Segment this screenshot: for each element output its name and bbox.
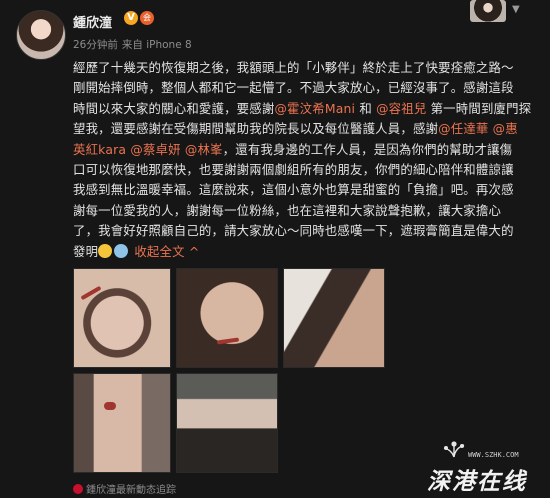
post-line: 謝每一位愛我的人，謝謝每一位粉絲，也在這裡和大家說聲抱歉，讓大家擔心	[73, 202, 502, 218]
photo-forehead-stitches[interactable]	[176, 268, 278, 368]
mention-link[interactable]: @任達華	[438, 121, 488, 136]
post-meta: 26分钟前 来自 iPhone 8	[73, 37, 192, 52]
mention-link[interactable]: @惠	[493, 121, 518, 136]
photo-face-bandaged[interactable]	[283, 268, 385, 368]
wound-mark	[104, 402, 116, 410]
corner-thumbnail[interactable]	[470, 0, 506, 22]
sad-emoji-icon	[114, 243, 129, 258]
post-body: 經歷了十幾天的恢復期之後，我額頭上的「小夥伴」終於走上了快要痊癒之路～ 剛開始摔…	[73, 58, 539, 262]
photo-selfie-with-others[interactable]	[176, 373, 278, 473]
post-text: 發明	[73, 243, 99, 259]
username[interactable]: 鍾欣潼	[73, 12, 112, 31]
wound-mark	[80, 285, 102, 301]
post-time[interactable]: 26分钟前	[73, 39, 118, 51]
mention-link[interactable]: 英紅kara	[73, 142, 126, 157]
weibo-post-card: 鍾欣潼 V 会 26分钟前 来自 iPhone 8 ▼ 經歷了十幾天的恢復期之後，…	[0, 0, 550, 498]
mention-link[interactable]: @霍汶希Mani	[274, 101, 355, 116]
star-icon	[73, 484, 83, 494]
post-line: 經歷了十幾天的恢復期之後，我額頭上的「小夥伴」終於走上了快要痊癒之路～	[73, 60, 514, 75]
vip-icon: 会	[140, 11, 154, 25]
verified-icon: V	[124, 11, 138, 25]
post-text: 和	[355, 100, 377, 116]
watermark-url: WWW.SZHK.COM	[468, 451, 519, 459]
post-line: 口可以恢復地那麼快，也要謝謝兩個劇組所有的朋友，你們的細心陪伴和體諒讓	[73, 161, 514, 177]
mention-link[interactable]: @容祖兒	[376, 101, 426, 116]
post-line: 了，我會好好照顧自己的，請大家放心～同時也感嘆一下，遮瑕膏簡直是偉大的	[73, 223, 514, 239]
watermark-flower-icon	[443, 441, 465, 458]
post-line: 英紅kara @蔡卓妍 @林峯，還有我身邊的工作人員，是因為你們的幫助才讓傷	[73, 140, 539, 160]
post-line: 時間以來大家的關心和愛護，要感謝@霍汶希Mani 和 @容祖兒 第一時間到廈門探	[73, 99, 539, 119]
post-line: 發明 收起全文 ^	[73, 242, 539, 262]
user-avatar[interactable]	[16, 10, 66, 60]
photo-face-bruised[interactable]	[73, 373, 171, 473]
mention-link[interactable]: @蔡卓妍	[130, 142, 180, 157]
post-text: ，還有我身邊的工作人員，是因為你們的幫助才讓傷	[222, 141, 513, 157]
post-line: 我感到無比溫暖幸福。這麼說來，這個小意外也算是甜蜜的「負擔」吧。再次感	[73, 182, 514, 198]
sweat-emoji-icon	[98, 243, 113, 258]
watermark-text: 深港在线	[427, 468, 527, 495]
post-line: 剛開始摔倒時，整個人都和它一起懵了。不過大家放心，已經沒事了。感謝這段	[73, 80, 514, 96]
wound-mark	[216, 337, 240, 345]
chevron-down-icon[interactable]: ▼	[512, 4, 520, 15]
footer-text: 鍾欣潼最新動态追踪	[86, 485, 176, 496]
photo-forehead-wound[interactable]	[73, 268, 171, 368]
collapse-link[interactable]: 收起全文	[134, 244, 184, 259]
post-text: 望我，還要感謝在受傷期間幫助我的院長以及每位醫護人員，感謝	[73, 121, 439, 137]
post-source: 来自 iPhone 8	[121, 39, 192, 51]
mention-link[interactable]: @林峯	[185, 142, 223, 157]
post-text: 第一時間到廈門探	[426, 100, 532, 116]
collapse-caret-icon[interactable]: ^	[189, 244, 200, 259]
post-text: 時間以來大家的關心和愛護，要感謝	[73, 100, 275, 116]
footer-link[interactable]: 鍾欣潼最新動态追踪	[73, 481, 176, 496]
post-line: 望我，還要感謝在受傷期間幫助我的院長以及每位醫護人員，感謝@任達華 @惠	[73, 119, 539, 139]
